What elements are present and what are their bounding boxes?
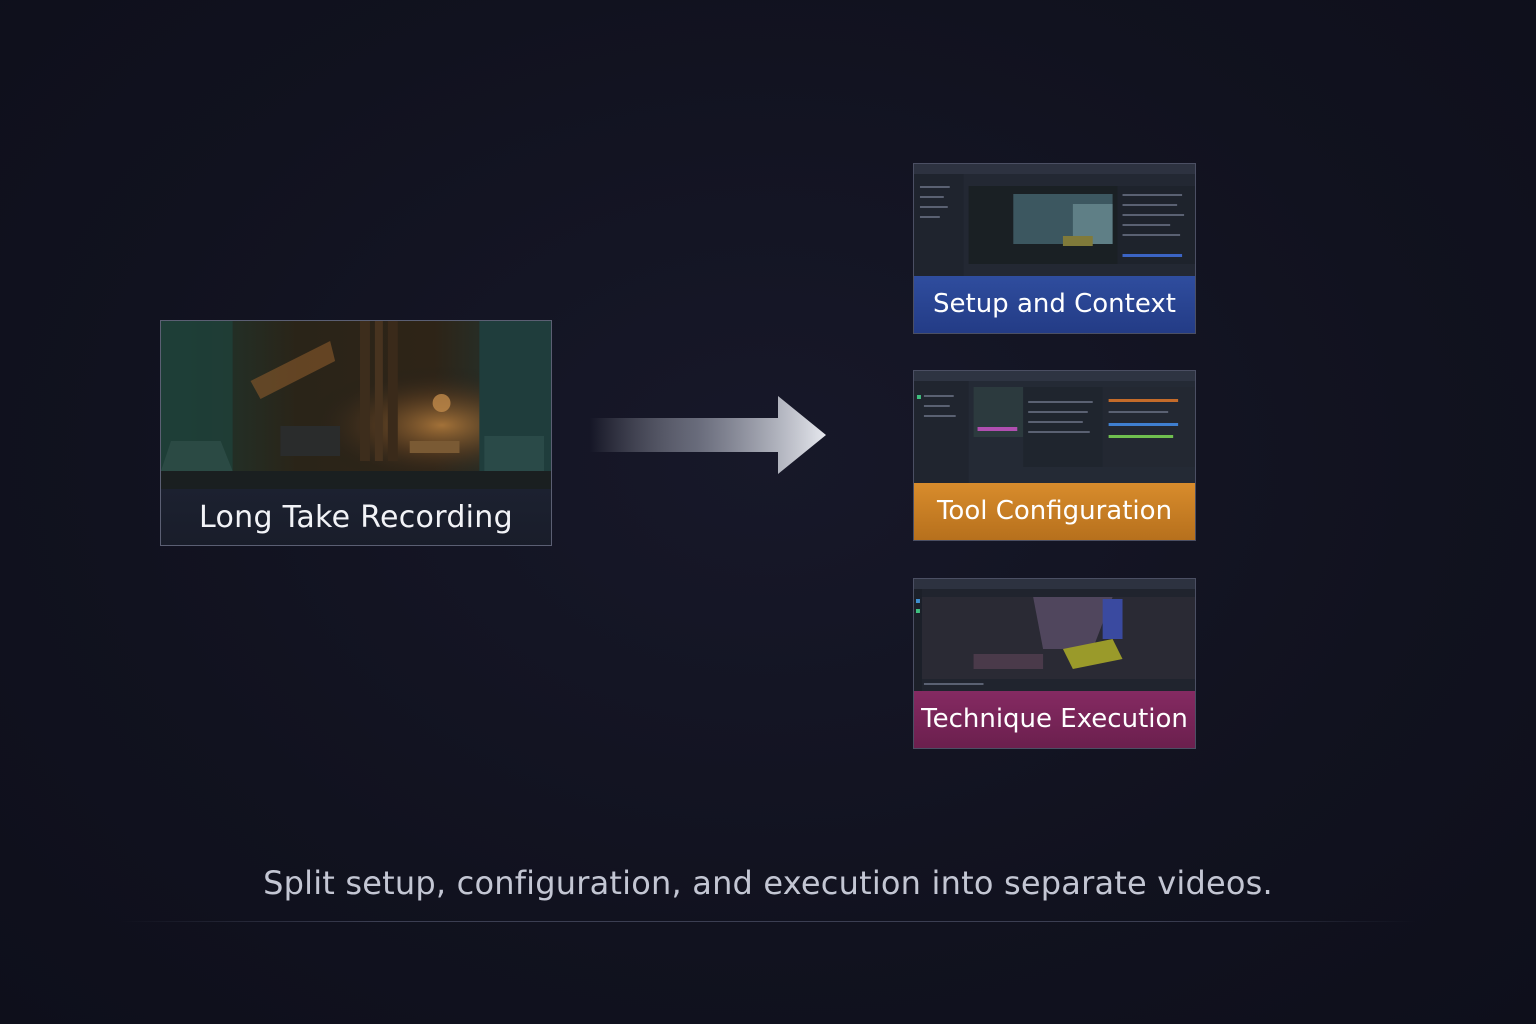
output-label-technique-execution: Technique Execution [914,691,1195,748]
output-card-setup: Setup and Context [913,163,1196,334]
output-card-technique-execution: Technique Execution [913,578,1196,749]
caption-text: Split setup, configuration, and executio… [263,864,1273,902]
output-card-tool-configuration: Tool Configuration [913,370,1196,541]
source-video-card: Long Take Recording [160,320,552,546]
output-label-setup: Setup and Context [914,276,1195,333]
source-label: Long Take Recording [161,489,551,545]
editor-screenshot-thumbnail [914,164,1195,276]
diagram-canvas: Long Take Recording Setup and Context To… [0,0,1536,1024]
output-label-tool-configuration: Tool Configuration [914,483,1195,540]
dark-room-scene-thumbnail [161,321,551,489]
tool-settings-thumbnail [914,371,1195,483]
scene-render-thumbnail [914,579,1195,691]
right-arrow-icon [590,396,826,474]
divider-line [120,921,1416,922]
